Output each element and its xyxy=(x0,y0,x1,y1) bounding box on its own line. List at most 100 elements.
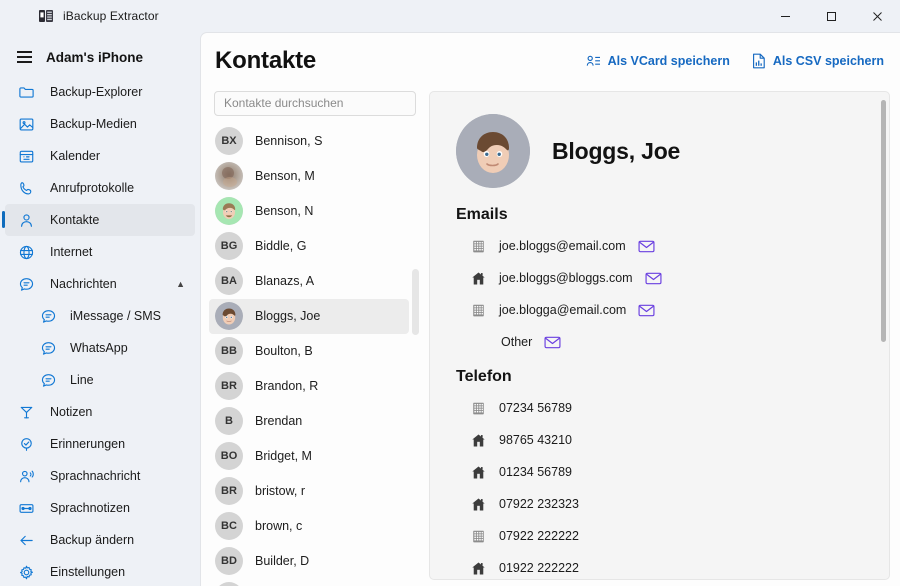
list-item[interactable]: BA Blanazs, A xyxy=(209,264,409,299)
avatar: B xyxy=(215,407,243,436)
contact-name: Bloggs, Joe xyxy=(255,309,321,324)
sidebar: Adam's iPhone Backup-Explorer Backup-Medi… xyxy=(0,32,200,586)
maximize-button[interactable] xyxy=(808,0,854,32)
contact-name: Brendan xyxy=(255,414,303,429)
detail-entry-value: Other xyxy=(501,335,533,349)
avatar: BD xyxy=(215,547,243,576)
sidebar-item-line[interactable]: Line xyxy=(5,364,195,396)
list-item[interactable]: BG Biddle, G xyxy=(209,229,409,264)
list-item[interactable]: Bloggs, Joe xyxy=(209,298,409,334)
window-body: Adam's iPhone Backup-Explorer Backup-Medi… xyxy=(0,32,900,586)
search-input[interactable] xyxy=(224,96,406,111)
envelope-icon[interactable] xyxy=(544,336,561,349)
sidebar-item-internet[interactable]: Internet xyxy=(5,236,195,268)
sidebar-item-einstellungen[interactable]: Einstellungen xyxy=(5,556,195,586)
list-item[interactable]: BR Brandon, R xyxy=(209,369,409,404)
sidebar-item-nachrichten[interactable]: Nachrichten ▲ xyxy=(5,268,195,300)
sidebar-item-anrufprotokolle[interactable]: Anrufprotokolle xyxy=(5,172,195,204)
sidebar-item-sprachnotizen[interactable]: Sprachnotizen xyxy=(5,492,195,524)
contact-name: Bloggs, Joe xyxy=(552,137,681,164)
device-name: Adam's iPhone xyxy=(46,49,143,65)
avatar: BR xyxy=(215,372,243,401)
detail-scroll-thumb[interactable] xyxy=(881,100,886,342)
avatar: BB xyxy=(215,337,243,366)
sidebar-item-backup-medien[interactable]: Backup-Medien xyxy=(5,108,195,140)
avatar xyxy=(215,197,243,226)
sidebar-item-imessage-sms[interactable]: iMessage / SMS xyxy=(5,300,195,332)
list-item[interactable]: BO Bridget, M xyxy=(209,439,409,474)
detail-entry: 07922 222222 xyxy=(456,520,863,552)
sidebar-item-label: Einstellungen xyxy=(50,565,126,579)
sidebar-item-erinnerungen[interactable]: Erinnerungen xyxy=(5,428,195,460)
list-item[interactable]: BABullock, xyxy=(209,579,409,586)
sidebar-item-backup-explorer[interactable]: Backup-Explorer xyxy=(5,76,195,108)
contact-name: Brandon, R xyxy=(255,379,319,394)
contact-detail-content: Bloggs, Joe Emails joe.bloggs@email.com jo… xyxy=(430,92,889,579)
contact-detail-sections: Emails joe.bloggs@email.com joe.bloggs@blo… xyxy=(456,206,863,579)
envelope-icon[interactable] xyxy=(638,240,655,253)
search-box[interactable] xyxy=(214,91,416,116)
save-as-vcard-button[interactable]: Als VCard speichern xyxy=(586,54,730,68)
chat-icon xyxy=(39,371,57,389)
sidebar-item-kalender[interactable]: Kalender xyxy=(5,140,195,172)
avatar xyxy=(456,114,530,188)
detail-entry-value: 98765 43210 xyxy=(499,433,572,447)
gear-icon xyxy=(17,563,35,581)
csv-file-icon xyxy=(752,53,766,69)
sidebar-item-label: WhatsApp xyxy=(70,341,128,355)
list-item[interactable]: Benson, N xyxy=(209,194,409,229)
sidebar-item-label: Kalender xyxy=(50,149,101,163)
sidebar-item-backup-ndern[interactable]: Backup ändern xyxy=(5,524,195,556)
avatar: BA xyxy=(215,267,243,296)
list-item[interactable]: BX Bennison, S xyxy=(209,124,409,159)
contact-list[interactable]: BX Bennison, S Benson, M Benson, N BG Biddle,… xyxy=(209,124,421,586)
contact-detail-pane: Bloggs, Joe Emails joe.bloggs@email.com jo… xyxy=(429,91,890,580)
work-building-icon xyxy=(470,302,487,319)
sidebar-item-label: Internet xyxy=(50,245,93,259)
sidebar-item-notizen[interactable]: Notizen xyxy=(5,396,195,428)
folder-icon xyxy=(17,83,35,101)
contact-list-scrollbar[interactable] xyxy=(412,89,419,586)
list-item[interactable]: B Brendan xyxy=(209,404,409,439)
sidebar-item-label: Backup ändern xyxy=(50,533,135,547)
detail-entry: 07922 232323 xyxy=(456,488,863,520)
image-icon xyxy=(17,115,35,133)
contact-list-scroll-thumb[interactable] xyxy=(412,269,419,335)
envelope-icon[interactable] xyxy=(638,304,655,317)
hamburger-icon[interactable] xyxy=(10,43,38,71)
list-item[interactable]: BD Builder, D xyxy=(209,544,409,579)
save-as-csv-label: Als CSV speichern xyxy=(772,54,884,68)
work-building-icon xyxy=(470,528,487,545)
app-title: iBackup Extractor xyxy=(63,9,159,23)
phone-icon xyxy=(17,179,35,197)
sidebar-item-label: Nachrichten xyxy=(50,277,117,291)
envelope-icon[interactable] xyxy=(645,272,662,285)
avatar: BX xyxy=(215,127,243,156)
sidebar-item-label: Notizen xyxy=(50,405,93,419)
contact-name: Benson, M xyxy=(255,169,315,184)
sidebar-item-kontakte[interactable]: Kontakte xyxy=(2,204,195,236)
close-button[interactable] xyxy=(854,0,900,32)
list-item[interactable]: BR bristow, r xyxy=(209,474,409,509)
list-item[interactable]: BC brown, c xyxy=(209,509,409,544)
list-item[interactable]: Benson, M xyxy=(209,159,409,194)
sidebar-item-sprachnachricht[interactable]: Sprachnachricht xyxy=(5,460,195,492)
contact-name: brown, c xyxy=(255,519,303,534)
chat-icon xyxy=(39,339,57,357)
detail-scrollbar[interactable] xyxy=(881,97,886,574)
contact-name: Biddle, G xyxy=(255,239,307,254)
detail-entry-value: 07922 232323 xyxy=(499,497,579,511)
detail-entry-value: 07234 56789 xyxy=(499,401,572,415)
globe-icon xyxy=(17,243,35,261)
contact-icon xyxy=(17,211,35,229)
contact-name: bristow, r xyxy=(255,484,306,499)
save-as-csv-button[interactable]: Als CSV speichern xyxy=(752,53,884,69)
detail-entry-value: joe.bloggs@bloggs.com xyxy=(499,271,633,285)
contact-name: Boulton, B xyxy=(255,344,313,359)
sidebar-item-whatsapp[interactable]: WhatsApp xyxy=(5,332,195,364)
minimize-button[interactable] xyxy=(762,0,808,32)
panes: BX Bennison, S Benson, M Benson, N BG Biddle,… xyxy=(201,89,900,586)
list-item[interactable]: BB Boulton, B xyxy=(209,334,409,369)
contact-detail-header: Bloggs, Joe xyxy=(456,114,863,188)
chevron-up-icon[interactable]: ▲ xyxy=(176,279,185,289)
